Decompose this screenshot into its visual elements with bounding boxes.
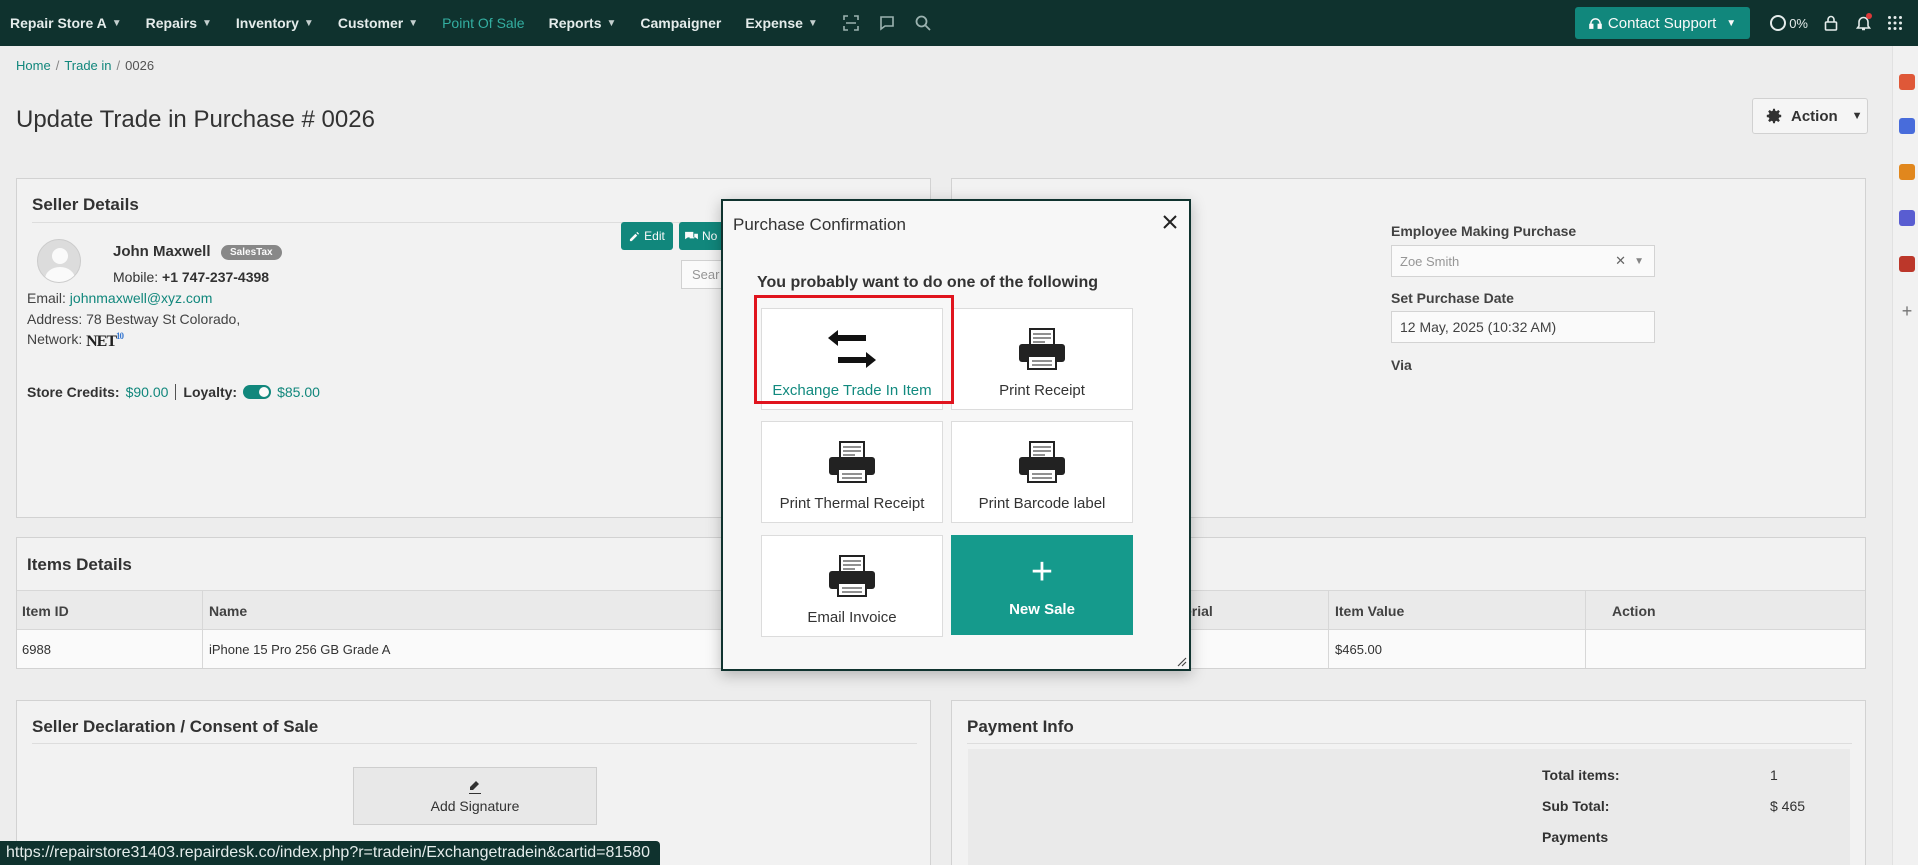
printer-icon	[1017, 328, 1067, 374]
modal-subtitle: You probably want to do one of the follo…	[757, 274, 1098, 291]
email-invoice-label: Email Invoice	[807, 609, 897, 626]
print-thermal-receipt-label: Print Thermal Receipt	[779, 495, 925, 512]
resize-handle-icon[interactable]	[1175, 655, 1187, 667]
new-sale-label: New Sale	[1009, 600, 1075, 618]
print-barcode-label: Print Barcode label	[978, 495, 1106, 512]
printer-icon	[827, 441, 877, 487]
print-receipt-option[interactable]: Print Receipt	[951, 308, 1133, 410]
email-invoice-option[interactable]: Email Invoice	[761, 535, 943, 637]
modal-header: Purchase Confirmation	[723, 201, 1189, 249]
printer-icon	[1017, 441, 1067, 487]
new-sale-button[interactable]: + New Sale	[951, 535, 1133, 635]
printer-icon	[827, 555, 877, 601]
print-receipt-label: Print Receipt	[999, 382, 1085, 399]
close-icon[interactable]	[1159, 211, 1181, 233]
modal-title: Purchase Confirmation	[733, 215, 906, 234]
print-barcode-label-option[interactable]: Print Barcode label	[951, 421, 1133, 523]
print-thermal-receipt-option[interactable]: Print Thermal Receipt	[761, 421, 943, 523]
plus-icon: +	[1030, 550, 1054, 593]
highlight-annotation	[754, 295, 954, 404]
purchase-confirmation-modal: Purchase Confirmation You probably want …	[721, 199, 1191, 671]
